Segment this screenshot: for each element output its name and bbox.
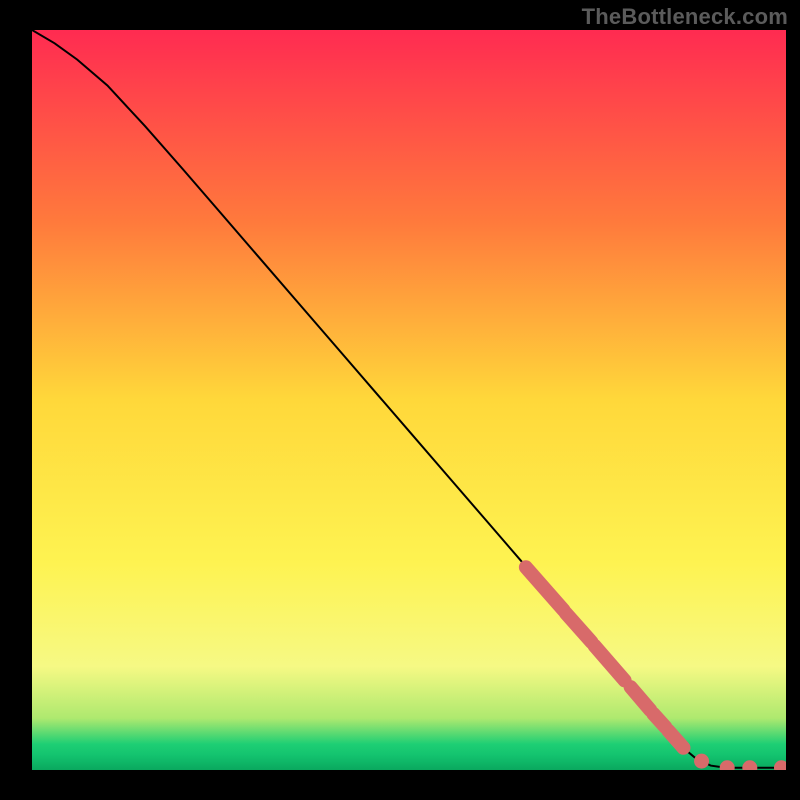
gradient-background <box>32 30 786 770</box>
chart-stage: TheBottleneck.com <box>0 0 800 800</box>
chart-svg <box>32 30 786 770</box>
watermark-text: TheBottleneck.com <box>582 4 788 30</box>
marker-point <box>694 754 709 769</box>
chart-plot-area <box>32 30 786 770</box>
marker-segment <box>653 714 665 727</box>
